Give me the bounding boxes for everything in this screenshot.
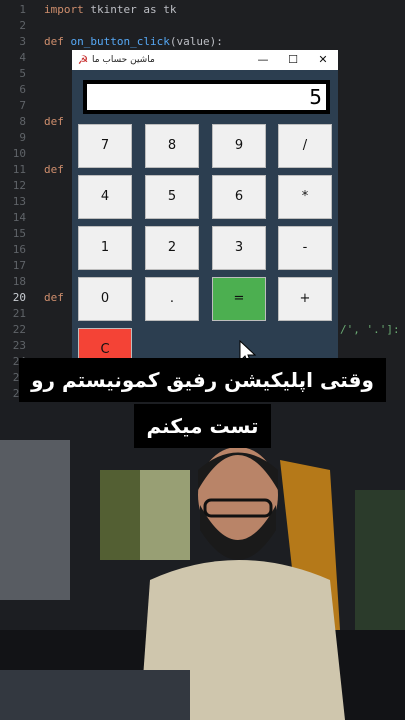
keyword: def [44, 163, 64, 176]
line-number: 11 [12, 163, 26, 176]
key-multiply[interactable]: * [278, 175, 332, 219]
code-line: def on_button_click(value): [44, 34, 223, 50]
code-text: tkinter as tk [83, 3, 177, 16]
key-subtract[interactable]: - [278, 226, 332, 270]
line-number: 9 [19, 131, 26, 144]
display-entry[interactable]: 5 [87, 84, 326, 110]
window-title: ماشین حساب ما [92, 55, 155, 65]
hammer-sickle-icon: ☭ [77, 53, 89, 67]
keyword: def [44, 35, 64, 48]
key-1[interactable]: 1 [78, 226, 132, 270]
keyword: import [44, 3, 84, 16]
line-number: 7 [19, 99, 26, 112]
key-divide[interactable]: / [278, 124, 332, 168]
line-number: 5 [19, 67, 26, 80]
display-value: 5 [309, 85, 322, 109]
caption-line-1: وقتی اپلیکیشن رفیق کمونیستم رو [19, 358, 386, 402]
line-number: 12 [12, 179, 26, 192]
line-number: 1 [19, 3, 26, 16]
code-line: def [44, 290, 64, 306]
line-number: 23 [12, 339, 26, 352]
line-number: 3 [19, 35, 26, 48]
webcam-photo [0, 400, 405, 720]
line-number: 10 [12, 147, 26, 160]
line-number: 15 [12, 227, 26, 240]
key-2[interactable]: 2 [145, 226, 199, 270]
key-8[interactable]: 8 [145, 124, 199, 168]
maximize-button[interactable]: ☐ [278, 50, 308, 70]
line-number: 2 [19, 19, 26, 32]
code-line: import tkinter as tk [44, 2, 176, 18]
calculator-window[interactable]: ☭ ماشین حساب ما — ☐ ✕ 5 7 8 9 / 4 5 6 * … [72, 50, 338, 372]
display-frame: 5 [83, 80, 330, 114]
line-number: 16 [12, 243, 26, 256]
keyword: def [44, 291, 64, 304]
video-caption-2: تست میکنم [0, 404, 405, 448]
line-number: 22 [12, 323, 26, 336]
line-number: 4 [19, 51, 26, 64]
key-5[interactable]: 5 [145, 175, 199, 219]
caption-line-2: تست میکنم [134, 404, 271, 448]
line-number: 8 [19, 115, 26, 128]
key-0[interactable]: 0 [78, 277, 132, 321]
keyword: def [44, 115, 64, 128]
key-7[interactable]: 7 [78, 124, 132, 168]
key-6[interactable]: 6 [212, 175, 266, 219]
video-caption: وقتی اپلیکیشن رفیق کمونیستم رو [0, 358, 405, 402]
line-number: 18 [12, 275, 26, 288]
close-button[interactable]: ✕ [308, 50, 338, 70]
code-line: def [44, 162, 64, 178]
line-number: 21 [12, 307, 26, 320]
key-decimal[interactable]: . [145, 277, 199, 321]
code-text: (value): [169, 35, 223, 48]
line-number: 6 [19, 83, 26, 96]
key-equals[interactable]: = [212, 277, 266, 321]
line-number: 17 [12, 259, 26, 272]
code-line: def [44, 114, 64, 130]
code-text: /', '.']: [340, 323, 400, 336]
line-number: 14 [12, 211, 26, 224]
line-number: 13 [12, 195, 26, 208]
key-9[interactable]: 9 [212, 124, 266, 168]
key-3[interactable]: 3 [212, 226, 266, 270]
line-number-gutter: 1 2 3 4 5 6 7 8 9 10 11 12 13 14 15 16 1… [0, 0, 36, 400]
key-4[interactable]: 4 [78, 175, 132, 219]
minimize-button[interactable]: — [248, 50, 278, 70]
line-number: 20 [12, 291, 26, 304]
code-line: /', '.']: [340, 322, 400, 338]
function-name: on_button_click [63, 35, 170, 48]
key-add[interactable]: + [278, 277, 332, 321]
window-titlebar[interactable]: ☭ ماشین حساب ما — ☐ ✕ [72, 50, 338, 70]
person-at-desk-image [0, 400, 405, 720]
